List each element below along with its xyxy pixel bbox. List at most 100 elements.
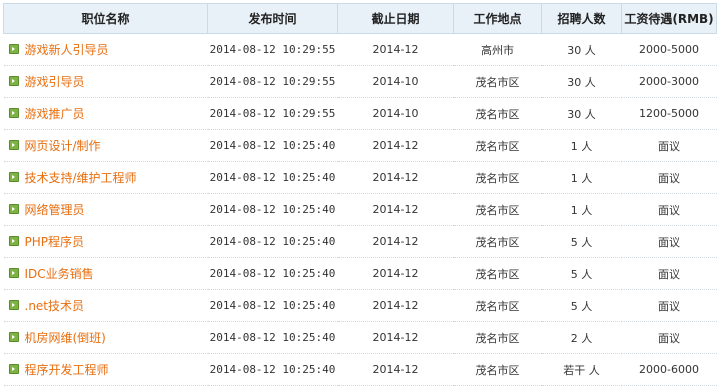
salary-cell: 面议 — [621, 289, 717, 322]
job-title-cell: 机房网维(倒班) — [3, 321, 208, 354]
job-title-link[interactable]: .net技术员 — [25, 299, 85, 313]
posted-time-cell: 2014-08-12 10:25:40 — [207, 129, 338, 162]
location-cell: 茂名市区 — [453, 225, 542, 258]
table-row: 网络管理员 2014-08-12 10:25:40 2014-12 茂名市区 1 人面议 — [3, 193, 717, 226]
job-title-cell: 游戏引导员 — [3, 65, 208, 98]
deadline-cell: 2014-12 — [337, 353, 454, 386]
job-title-cell: 游戏新人引导员 — [3, 33, 208, 66]
arrow-bullet-icon — [8, 75, 19, 86]
table-row: 网页设计/制作 2014-08-12 10:25:40 2014-12 茂名市区 1 人… — [3, 129, 717, 162]
deadline-cell: 2014-12 — [337, 33, 454, 66]
location-cell: 茂名市区 — [453, 97, 542, 130]
salary-cell: 面议 — [621, 225, 717, 258]
arrow-bullet-icon — [8, 43, 19, 54]
salary-cell: 2000-6000 — [621, 353, 717, 386]
headcount-cell: 若干 人 — [541, 353, 622, 386]
posted-time-cell: 2014-08-12 10:29:55 — [207, 33, 338, 66]
salary-cell: 2000-3000 — [621, 65, 717, 98]
job-title-cell: .net技术员 — [3, 289, 208, 322]
posted-time-cell: 2014-08-12 10:25:40 — [207, 353, 338, 386]
arrow-bullet-icon — [8, 139, 19, 150]
job-title-link[interactable]: 游戏新人引导员 — [25, 43, 109, 57]
salary-cell: 面议 — [621, 321, 717, 354]
deadline-cell: 2014-12 — [337, 225, 454, 258]
arrow-bullet-icon — [8, 267, 19, 278]
job-listings-table: 职位名称 发布时间 截止日期 工作地点 招聘人数 工资待遇(RMB) 游戏新人引… — [3, 3, 717, 386]
posted-time-cell: 2014-08-12 10:25:40 — [207, 289, 338, 322]
arrow-bullet-icon — [8, 235, 19, 246]
deadline-cell: 2014-12 — [337, 161, 454, 194]
job-title-link[interactable]: 程序开发工程师 — [25, 363, 109, 377]
salary-cell: 面议 — [621, 129, 717, 162]
header-location: 工作地点 — [453, 3, 542, 34]
deadline-cell: 2014-10 — [337, 65, 454, 98]
table-row: 技术支持/维护工程师 2014-08-12 10:25:40 2014-12 茂名市区… — [3, 161, 717, 194]
salary-cell: 面议 — [621, 161, 717, 194]
salary-cell: 面议 — [621, 257, 717, 290]
arrow-bullet-icon — [8, 171, 19, 182]
posted-time-cell: 2014-08-12 10:29:55 — [207, 97, 338, 130]
salary-cell: 1200-5000 — [621, 97, 717, 130]
header-salary: 工资待遇(RMB) — [621, 3, 717, 34]
location-cell: 茂名市区 — [453, 257, 542, 290]
job-title-link[interactable]: 网页设计/制作 — [25, 139, 101, 153]
headcount-cell: 1 人 — [541, 193, 622, 226]
arrow-bullet-icon — [8, 107, 19, 118]
location-cell: 茂名市区 — [453, 289, 542, 322]
job-title-cell: 技术支持/维护工程师 — [3, 161, 208, 194]
table-row: 游戏新人引导员 2014-08-12 10:29:55 2014-12 高州市 30 人… — [3, 33, 717, 66]
headcount-cell: 1 人 — [541, 129, 622, 162]
header-posted-time: 发布时间 — [207, 3, 338, 34]
job-title-link[interactable]: PHP程序员 — [25, 235, 85, 249]
table-row: PHP程序员 2014-08-12 10:25:40 2014-12 茂名市区 5 人面… — [3, 225, 717, 258]
table-row: 游戏引导员 2014-08-12 10:29:55 2014-10 茂名市区 30 人2… — [3, 65, 717, 98]
deadline-cell: 2014-12 — [337, 193, 454, 226]
location-cell: 茂名市区 — [453, 161, 542, 194]
table-row: IDC业务销售 2014-08-12 10:25:40 2014-12 茂名市区 5 人… — [3, 257, 717, 290]
salary-cell: 2000-5000 — [621, 33, 717, 66]
arrow-bullet-icon — [8, 203, 19, 214]
job-title-link[interactable]: 技术支持/维护工程师 — [25, 171, 137, 185]
table-row: 程序开发工程师 2014-08-12 10:25:40 2014-12 茂名市区 若干 … — [3, 353, 717, 386]
location-cell: 高州市 — [453, 33, 542, 66]
job-title-link[interactable]: 网络管理员 — [25, 203, 85, 217]
job-rows: 游戏新人引导员 2014-08-12 10:29:55 2014-12 高州市 30 人… — [3, 33, 717, 386]
posted-time-cell: 2014-08-12 10:25:40 — [207, 257, 338, 290]
deadline-cell: 2014-12 — [337, 289, 454, 322]
job-title-link[interactable]: 游戏引导员 — [25, 75, 85, 89]
header-deadline: 截止日期 — [337, 3, 454, 34]
table-row: .net技术员 2014-08-12 10:25:40 2014-12 茂名市区 5 人… — [3, 289, 717, 322]
arrow-bullet-icon — [8, 331, 19, 342]
deadline-cell: 2014-12 — [337, 129, 454, 162]
headcount-cell: 1 人 — [541, 161, 622, 194]
location-cell: 茂名市区 — [453, 321, 542, 354]
job-title-link[interactable]: 机房网维(倒班) — [25, 331, 106, 345]
location-cell: 茂名市区 — [453, 65, 542, 98]
headcount-cell: 30 人 — [541, 65, 622, 98]
headcount-cell: 5 人 — [541, 289, 622, 322]
headcount-cell: 5 人 — [541, 257, 622, 290]
location-cell: 茂名市区 — [453, 353, 542, 386]
job-title-link[interactable]: IDC业务销售 — [25, 267, 94, 281]
job-title-cell: 游戏推广员 — [3, 97, 208, 130]
posted-time-cell: 2014-08-12 10:25:40 — [207, 321, 338, 354]
deadline-cell: 2014-12 — [337, 321, 454, 354]
location-cell: 茂名市区 — [453, 193, 542, 226]
deadline-cell: 2014-12 — [337, 257, 454, 290]
arrow-bullet-icon — [8, 299, 19, 310]
posted-time-cell: 2014-08-12 10:25:40 — [207, 225, 338, 258]
header-headcount: 招聘人数 — [541, 3, 622, 34]
posted-time-cell: 2014-08-12 10:29:55 — [207, 65, 338, 98]
table-row: 游戏推广员 2014-08-12 10:29:55 2014-10 茂名市区 30 人1… — [3, 97, 717, 130]
deadline-cell: 2014-10 — [337, 97, 454, 130]
job-title-link[interactable]: 游戏推广员 — [25, 107, 85, 121]
headcount-cell: 5 人 — [541, 225, 622, 258]
headcount-cell: 30 人 — [541, 33, 622, 66]
salary-cell: 面议 — [621, 193, 717, 226]
table-row: 机房网维(倒班) 2014-08-12 10:25:40 2014-12 茂名市区 2 … — [3, 321, 717, 354]
headcount-cell: 2 人 — [541, 321, 622, 354]
posted-time-cell: 2014-08-12 10:25:40 — [207, 161, 338, 194]
header-job-title: 职位名称 — [3, 3, 208, 34]
headcount-cell: 30 人 — [541, 97, 622, 130]
job-title-cell: 网络管理员 — [3, 193, 208, 226]
